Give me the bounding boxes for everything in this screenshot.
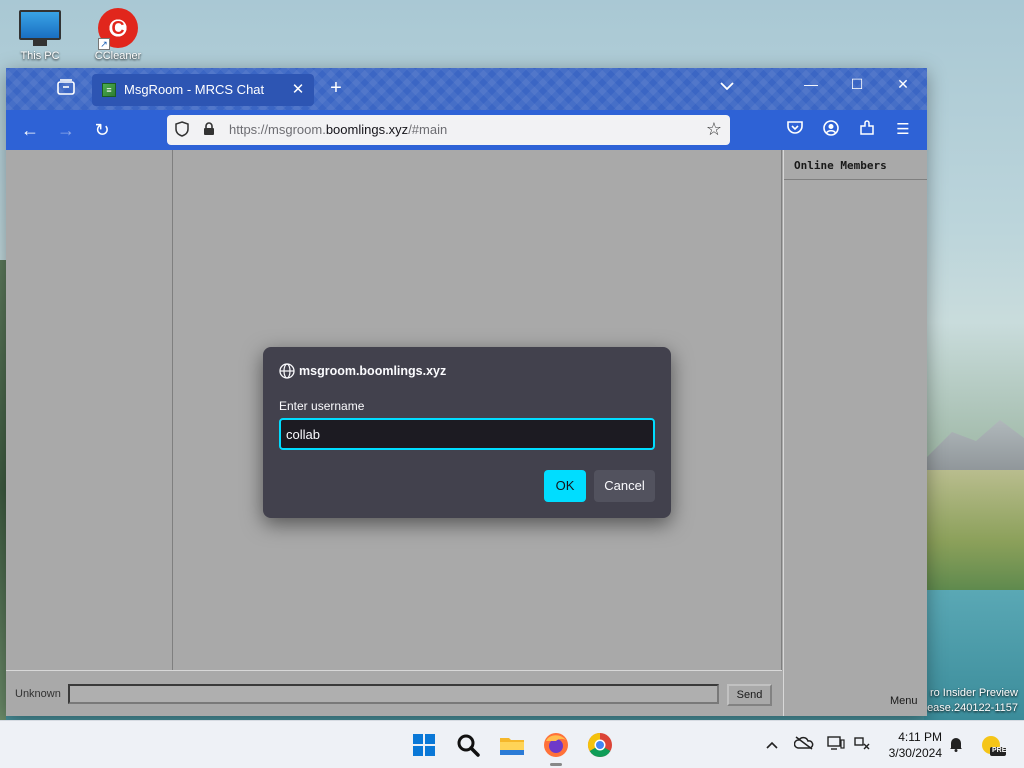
address-bar[interactable]: https://msgroom.boomlings.xyz/#main ☆ [167,115,730,145]
ccleaner-icon: C ↗ [98,8,138,50]
notification-bell-icon[interactable] [946,736,966,755]
desktop-icon-ccleaner[interactable]: C ↗ CCleaner [88,8,148,62]
ok-button[interactable]: OK [544,470,586,502]
display-icon[interactable] [826,736,846,753]
badge-text: PRE [992,747,1007,754]
maximize-icon[interactable]: ☐ [842,76,872,93]
tracking-protection-icon[interactable] [175,121,189,140]
back-icon[interactable]: ← [19,120,41,140]
search-icon[interactable] [452,729,484,761]
url-text[interactable]: https://msgroom.boomlings.xyz/#main [229,122,447,137]
forward-icon[interactable]: → [55,120,77,140]
clock[interactable]: 4:11 PM 3/30/2024 [876,729,942,761]
onedrive-icon[interactable] [793,736,814,753]
tab-msgroom[interactable]: ≡ MsgRoom - MRCS Chat ✕ [92,74,314,106]
close-tab-icon[interactable]: ✕ [290,80,306,98]
chrome-icon[interactable] [584,729,616,761]
insider-pre-badge[interactable]: PRE [980,733,1006,760]
network-icon[interactable] [852,736,872,753]
pocket-icon[interactable] [785,120,805,140]
account-icon[interactable] [821,120,841,140]
desktop-icon-label: CCleaner [94,50,142,62]
file-explorer-icon[interactable] [496,729,528,761]
firefox-icon[interactable] [540,729,572,766]
chevron-down-icon[interactable] [720,79,734,94]
tab-strip: ≡ MsgRoom - MRCS Chat ✕ + — ☐ ✕ [6,68,927,110]
lock-icon[interactable] [203,122,215,136]
os-watermark: ro Insider Preview ease.240122-1157 [927,686,1018,716]
shortcut-arrow-icon: ↗ [98,38,110,50]
username-prompt-dialog: msgroom.boomlings.xyz Enter username col… [263,347,671,518]
watermark-line-1: ro Insider Preview [929,687,1018,699]
desktop-icon-this-pc[interactable]: This PC [10,10,70,62]
navigation-toolbar: ← → ↻ https://msgroom.boomlings.xyz/#mai… [6,110,927,150]
new-tab-icon[interactable]: + [326,77,346,100]
extensions-icon[interactable] [857,120,877,140]
minimize-icon[interactable]: — [796,76,826,92]
url-suffix: /#main [408,122,448,137]
close-window-icon[interactable]: ✕ [888,76,918,93]
start-icon[interactable] [408,729,440,761]
clock-time: 4:11 PM [898,730,942,744]
url-host: boomlings.xyz [325,122,409,137]
reload-icon[interactable]: ↻ [91,120,113,140]
desktop-icon-label: This PC [20,50,60,62]
firefox-view-icon[interactable] [56,79,76,97]
clock-date: 3/30/2024 [888,746,942,760]
globe-icon [279,363,295,379]
dialog-origin: msgroom.boomlings.xyz [299,364,447,378]
monitor-icon [19,10,61,46]
dialog-prompt: Enter username [279,399,365,413]
url-prefix: https://msgroom. [229,122,326,137]
cancel-button[interactable]: Cancel [594,470,655,502]
taskbar: 4:11 PM 3/30/2024 PRE [0,720,1024,768]
tab-title: MsgRoom - MRCS Chat [124,82,265,97]
msgroom-favicon-icon: ≡ [102,83,116,97]
wallpaper-field [924,470,1024,590]
bookmark-star-icon[interactable]: ☆ [706,119,722,140]
watermark-line-2: ease.240122-1157 [927,702,1018,714]
chevron-up-icon[interactable] [762,736,782,752]
hamburger-menu-icon[interactable]: ☰ [893,120,913,140]
username-input[interactable]: collab [279,418,655,450]
